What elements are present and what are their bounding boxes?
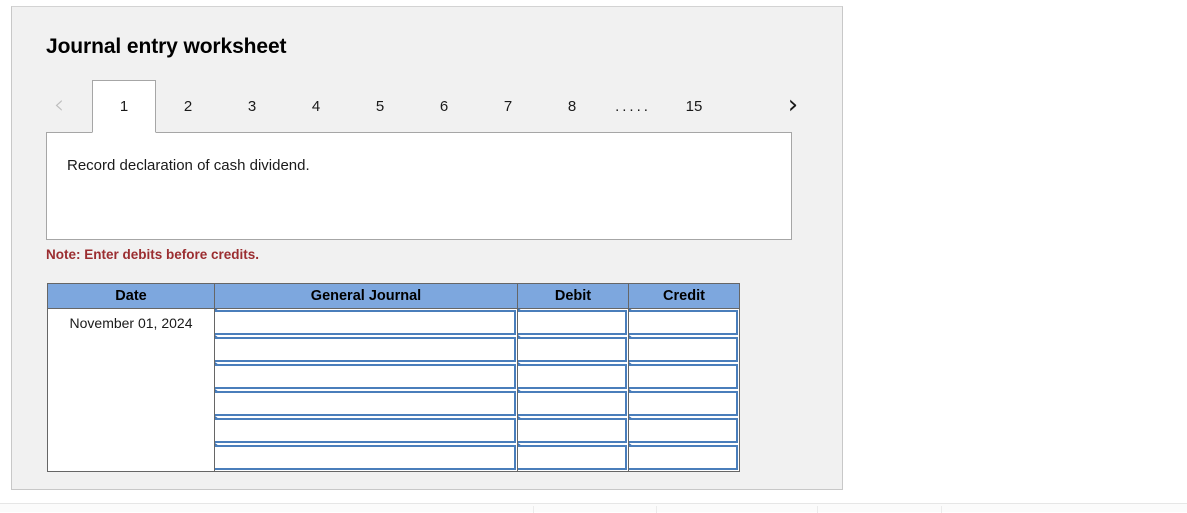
credit-input[interactable] [629, 418, 738, 443]
cell-debit [517, 443, 629, 472]
column-header-credit: Credit [628, 283, 740, 309]
cell-debit [517, 362, 629, 390]
debit-input[interactable] [518, 337, 627, 362]
pagination-tab-strip: ‹ 1 2 3 4 5 6 7 8..... 15 › [46, 80, 806, 133]
cell-date[interactable]: November 01, 2024 [47, 308, 215, 336]
tab-page-6[interactable]: 6 [412, 80, 476, 132]
tab-page-1[interactable]: 1 [92, 80, 156, 133]
cell-credit [628, 335, 740, 363]
cell-credit [628, 389, 740, 417]
cell-date[interactable] [47, 417, 215, 444]
chevron-left-icon[interactable]: ‹ [46, 92, 72, 120]
general-journal-input[interactable] [215, 337, 516, 362]
cell-credit [628, 416, 740, 444]
tab-page-4[interactable]: 4 [284, 80, 348, 132]
table-row [47, 416, 740, 444]
credit-input[interactable] [629, 364, 738, 389]
tab-ellipsis: ..... [615, 97, 651, 115]
general-journal-input[interactable] [215, 310, 516, 335]
table-row [47, 389, 740, 417]
tab-page-15[interactable]: 15 [662, 80, 726, 132]
credit-input[interactable] [629, 445, 738, 470]
debit-input[interactable] [518, 364, 627, 389]
cell-credit [628, 443, 740, 472]
general-journal-input[interactable] [215, 391, 516, 416]
entry-description-box: Record declaration of cash dividend. [46, 132, 792, 240]
general-journal-input[interactable] [215, 418, 516, 443]
column-header-debit: Debit [517, 283, 629, 309]
debit-input[interactable] [518, 310, 627, 335]
journal-entry-worksheet-panel: Journal entry worksheet ‹ 1 2 3 4 5 6 7 8..... 1… [11, 6, 843, 490]
cell-credit [628, 362, 740, 390]
debit-credit-note: Note: Enter debits before credits. [46, 247, 260, 262]
journal-entry-table: Date General Journal Debit Credit November … [47, 283, 740, 472]
general-journal-input[interactable] [215, 364, 516, 389]
general-journal-input[interactable] [215, 445, 516, 470]
column-header-date: Date [47, 283, 215, 309]
tab-list: 1 2 3 4 5 6 7 8..... 15 [92, 80, 726, 133]
cell-general-journal [214, 335, 518, 363]
cell-debit [517, 416, 629, 444]
debit-input[interactable] [518, 391, 627, 416]
credit-input[interactable] [629, 337, 738, 362]
page-title: Journal entry worksheet [46, 35, 287, 58]
tab-page-7[interactable]: 7 [476, 80, 540, 132]
table-header-row: Date General Journal Debit Credit [47, 283, 740, 309]
cell-debit [517, 308, 629, 336]
cell-date[interactable] [47, 390, 215, 417]
table-row: November 01, 2024 [47, 308, 740, 336]
tab-page-3[interactable]: 3 [220, 80, 284, 132]
table-body: November 01, 2024 [47, 308, 740, 472]
cell-general-journal [214, 389, 518, 417]
cell-debit [517, 389, 629, 417]
debit-input[interactable] [518, 445, 627, 470]
entry-description-text: Record declaration of cash dividend. [67, 157, 310, 174]
column-header-general_journal: General Journal [214, 283, 518, 309]
credit-input[interactable] [629, 391, 738, 416]
cell-general-journal [214, 443, 518, 472]
table-header: Date General Journal Debit Credit [47, 283, 740, 309]
footer-toolbar [0, 503, 1187, 513]
tab-page-8[interactable]: 8 [540, 80, 604, 132]
cell-date[interactable] [47, 444, 215, 472]
table-row [47, 335, 740, 363]
cell-general-journal [214, 362, 518, 390]
credit-input[interactable] [629, 310, 738, 335]
chevron-right-icon[interactable]: › [780, 92, 806, 120]
tab-page-5[interactable]: 5 [348, 80, 412, 132]
cell-general-journal [214, 416, 518, 444]
cell-date[interactable] [47, 363, 215, 390]
cell-date[interactable] [47, 336, 215, 363]
tab-page-2[interactable]: 2 [156, 80, 220, 132]
cell-debit [517, 335, 629, 363]
table-row [47, 362, 740, 390]
table-row [47, 443, 740, 472]
cell-credit [628, 308, 740, 336]
cell-general-journal [214, 308, 518, 336]
debit-input[interactable] [518, 418, 627, 443]
